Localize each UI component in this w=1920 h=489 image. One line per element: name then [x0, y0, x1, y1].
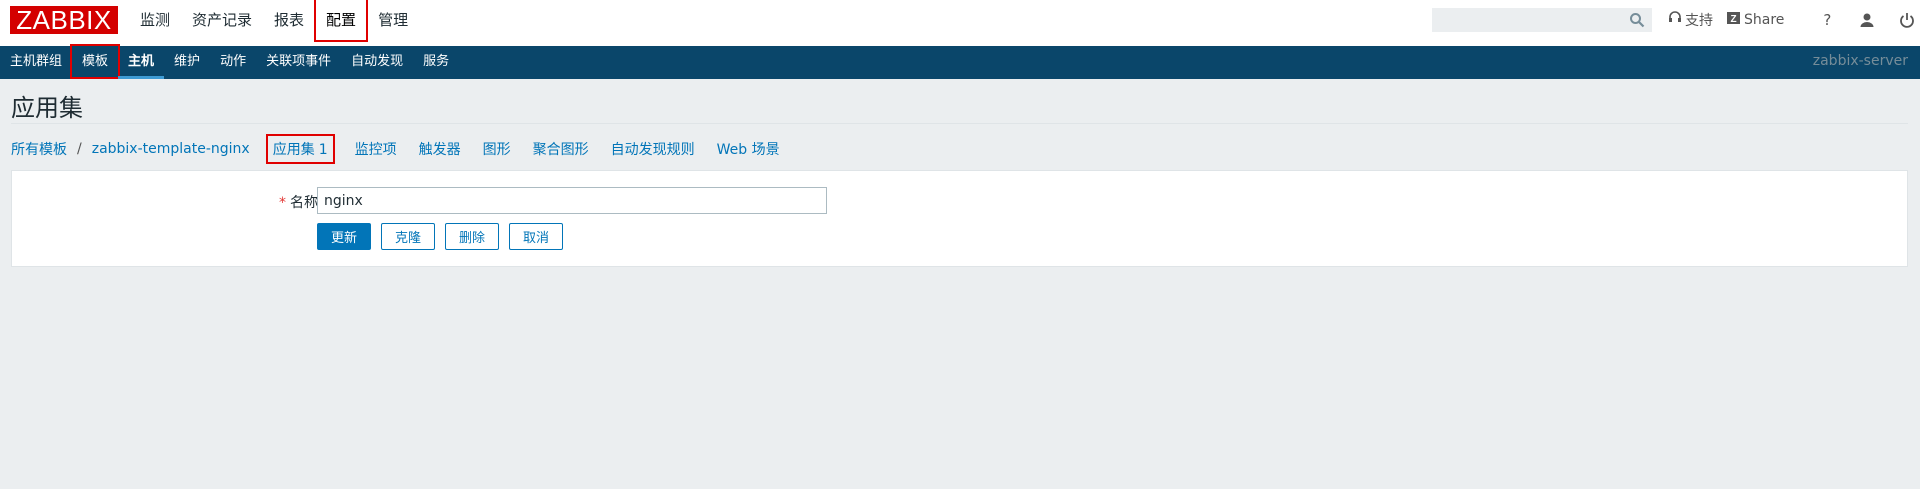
search-icon[interactable]: [1629, 12, 1645, 28]
share-label: Share: [1744, 12, 1785, 28]
sub-menu-discovery[interactable]: 自动发现: [341, 46, 413, 77]
sub-menu-correlation[interactable]: 关联项事件: [256, 46, 341, 77]
required-mark: *: [279, 195, 286, 211]
tab-graphs[interactable]: 图形: [483, 139, 511, 159]
cancel-button[interactable]: 取消: [509, 223, 563, 250]
main-menu-monitoring[interactable]: 监测: [130, 0, 180, 40]
help-icon[interactable]: ?: [1816, 9, 1838, 31]
breadcrumb-separator: /: [77, 141, 82, 157]
page-title: 应用集: [11, 94, 83, 122]
top-header: ZABBIX 监测 资产记录 报表 配置 管理 支持 Z Share ?: [0, 0, 1920, 46]
tab-items[interactable]: 监控项: [355, 139, 397, 159]
tab-web-scenarios[interactable]: Web 场景: [717, 139, 780, 159]
tab-applications-label: 应用集: [272, 142, 315, 158]
user-profile-icon[interactable]: [1856, 9, 1878, 31]
main-menu-inventory[interactable]: 资产记录: [182, 0, 262, 40]
share-link[interactable]: Z Share: [1727, 11, 1784, 29]
breadcrumb-template[interactable]: zabbix-template-nginx: [92, 141, 250, 157]
sub-menu-maintenance[interactable]: 维护: [164, 46, 210, 77]
sign-out-icon[interactable]: [1896, 9, 1918, 31]
main-menu-reports[interactable]: 报表: [264, 0, 314, 40]
sub-menu-services[interactable]: 服务: [413, 46, 459, 77]
update-button[interactable]: 更新: [317, 223, 371, 250]
sub-menu-hosts[interactable]: 主机: [118, 46, 165, 79]
name-field-label: * 名称: [268, 192, 318, 212]
svg-text:Z: Z: [1730, 14, 1736, 25]
support-label: 支持: [1685, 13, 1713, 29]
main-menu-configuration[interactable]: 配置: [314, 0, 369, 42]
sub-menu-bar: 主机群组 模板 主机 维护 动作 关联项事件 自动发现 服务 zabbix-se…: [0, 44, 1920, 79]
clone-button[interactable]: 克隆: [381, 223, 435, 250]
main-menu: 监测 资产记录 报表 配置 管理: [130, 0, 420, 46]
share-logo-icon: Z: [1727, 11, 1744, 29]
header-links: 支持 Z Share ?: [1668, 0, 1918, 40]
sub-menu: 主机群组 模板 主机 维护 动作 关联项事件 自动发现 服务: [0, 44, 459, 79]
server-name: zabbix-server: [1812, 53, 1908, 69]
tab-applications-count: 1: [318, 142, 328, 158]
sub-menu-templates[interactable]: 模板: [70, 44, 121, 79]
title-divider: [11, 123, 1908, 124]
headset-icon: [1668, 11, 1685, 29]
tab-discovery-rules[interactable]: 自动发现规则: [611, 139, 695, 159]
main-menu-administration[interactable]: 管理: [368, 0, 418, 40]
tab-triggers[interactable]: 触发器: [419, 139, 461, 159]
tab-screens[interactable]: 聚合图形: [533, 139, 589, 159]
search-input[interactable]: [1432, 8, 1652, 32]
application-name-input[interactable]: [317, 187, 827, 214]
delete-button[interactable]: 删除: [445, 223, 499, 250]
tab-applications[interactable]: 应用集 1: [265, 134, 335, 164]
support-link[interactable]: 支持: [1668, 10, 1713, 30]
breadcrumb: 所有模板 / zabbix-template-nginx 应用集 1 监控项 触发…: [11, 134, 780, 164]
sub-menu-host-groups[interactable]: 主机群组: [0, 46, 72, 77]
breadcrumb-all-templates[interactable]: 所有模板: [11, 139, 67, 159]
form-buttons: 更新 克隆 删除 取消: [317, 223, 573, 250]
zabbix-logo[interactable]: ZABBIX: [10, 6, 118, 34]
application-form: *名称 更新 克隆 删除 取消: [11, 170, 1908, 267]
sub-menu-actions[interactable]: 动作: [210, 46, 256, 77]
name-label-text: 名称: [290, 195, 318, 211]
